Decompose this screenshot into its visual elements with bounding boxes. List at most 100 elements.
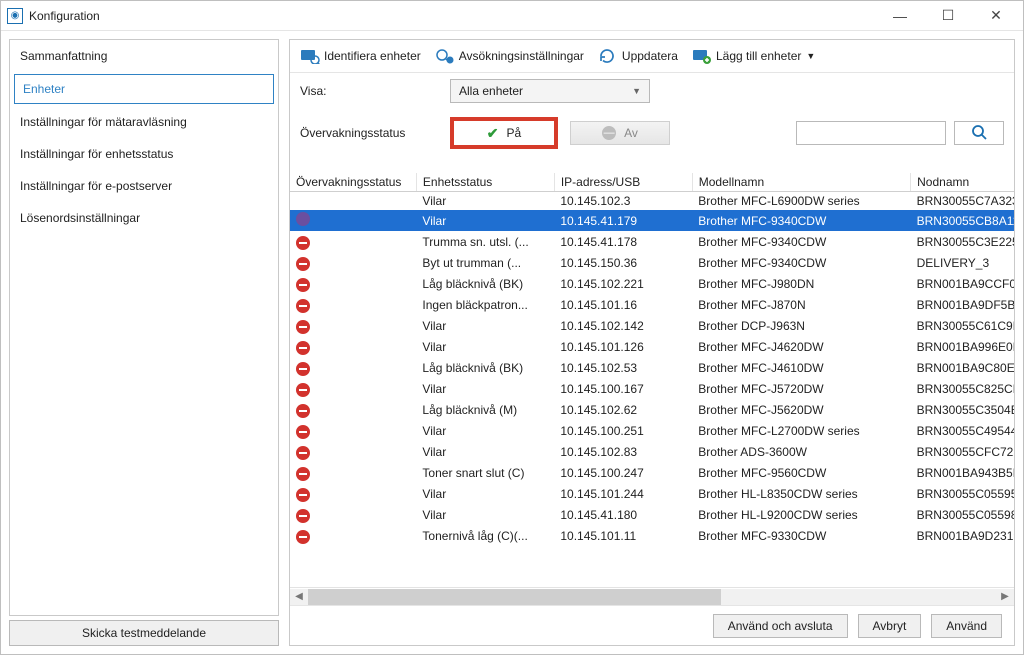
search-input[interactable] [796,121,946,145]
off-label: Av [624,126,638,140]
nav-item-meter[interactable]: Inställningar för mätaravläsning [10,106,278,138]
cell-node: BRN30055CB8A119 [911,210,1014,231]
table-row[interactable]: Toner snart slut (C)10.145.100.247Brothe… [290,462,1014,483]
minimize-button[interactable]: — [885,6,915,26]
table-row[interactable]: Tonernivå låg (C)(...10.145.101.11Brothe… [290,525,1014,546]
send-test-button[interactable]: Skicka testmeddelande [9,620,279,646]
cell-device_status: Trumma sn. utsl. (... [416,231,554,252]
table-row[interactable]: Låg bläcknivå (M)10.145.102.62Brother MF… [290,399,1014,420]
apply-label: Använd [946,619,987,633]
cell-ip: 10.145.102.83 [554,441,692,462]
scroll-track[interactable] [308,589,996,605]
cell-node: BRN30055C055950 [911,483,1014,504]
table-row[interactable]: Vilar10.145.101.244Brother HL-L8350CDW s… [290,483,1014,504]
scroll-left-arrow[interactable]: ◀ [290,589,308,605]
cell-monitoring-status [290,192,416,211]
nav-item-devices[interactable]: Enheter [14,74,274,104]
cell-device_status: Ingen bläckpatron... [416,294,554,315]
col-node[interactable]: Nodnamn [911,173,1014,192]
table-row[interactable]: Trumma sn. utsl. (...10.145.41.178Brothe… [290,231,1014,252]
apply-and-close-button[interactable]: Använd och avsluta [713,614,848,638]
cell-node: BRN001BA996E0E7 [911,336,1014,357]
monitoring-on-button[interactable]: ✔ På [454,121,554,145]
nav-item-summary[interactable]: Sammanfattning [10,40,278,72]
add-devices-icon [692,48,712,64]
status-block-icon [296,299,310,313]
table-row[interactable]: Vilar10.145.100.167Brother MFC-J5720DWBR… [290,378,1014,399]
table-row[interactable]: Vilar10.145.102.142Brother DCP-J963NBRN3… [290,315,1014,336]
cell-device_status: Vilar [416,504,554,525]
scan-settings-button[interactable]: Avsökningsinställningar [435,48,584,64]
refresh-label: Uppdatera [622,49,678,63]
cell-device_status: Låg bläcknivå (M) [416,399,554,420]
devices-grid[interactable]: Övervakningsstatus Enhetsstatus IP-adres… [290,173,1014,587]
cell-device_status: Vilar [416,210,554,231]
nav-item-label: Sammanfattning [20,49,107,63]
table-row[interactable]: Låg bläcknivå (BK)10.145.102.221Brother … [290,273,1014,294]
toolbar: Identifiera enheter Avsökningsinställnin… [290,40,1014,73]
cell-node: BRN001BA9CCF030 [911,273,1014,294]
cell-ip: 10.145.101.11 [554,525,692,546]
table-row[interactable]: Vilar10.145.102.3Brother MFC-L6900DW ser… [290,192,1014,211]
cell-model: Brother ADS-3600W [692,441,910,462]
cell-ip: 10.145.102.142 [554,315,692,336]
col-monitoring-status[interactable]: Övervakningsstatus [290,173,416,192]
show-combo[interactable]: Alla enheter ▼ [450,79,650,103]
status-block-icon [296,530,310,544]
cell-monitoring-status [290,273,416,294]
refresh-button[interactable]: Uppdatera [598,48,678,64]
add-devices-button[interactable]: Lägg till enheter ▼ [692,48,815,64]
cell-model: Brother DCP-J963N [692,315,910,336]
close-button[interactable]: ✕ [981,6,1011,26]
monitoring-off-button[interactable]: — Av [570,121,670,145]
nav-item-password[interactable]: Lösenordsinställningar [10,202,278,234]
dialog-footer: Använd och avsluta Avbryt Använd [290,605,1014,645]
cell-ip: 10.145.102.3 [554,192,692,211]
search-button[interactable] [954,121,1004,145]
chevron-down-icon: ▼ [632,86,641,96]
nav-item-label: Inställningar för e-postserver [20,179,172,193]
cell-monitoring-status [290,357,416,378]
maximize-button[interactable]: ☐ [933,6,963,26]
cell-device_status: Låg bläcknivå (BK) [416,273,554,294]
cell-model: Brother MFC-9340CDW [692,252,910,273]
status-block-icon [296,425,310,439]
configuration-window: ◉ Konfiguration — ☐ ✕ Sammanfattning Enh… [0,0,1024,655]
cancel-button[interactable]: Avbryt [858,614,922,638]
window-buttons: — ☐ ✕ [885,6,1017,26]
cell-ip: 10.145.101.126 [554,336,692,357]
cell-device_status: Vilar [416,336,554,357]
nav-item-label: Lösenordsinställningar [20,211,140,225]
search-icon [971,124,987,143]
col-ip[interactable]: IP-adress/USB [554,173,692,192]
identify-devices-button[interactable]: Identifiera enheter [300,48,421,64]
minus-icon: — [602,126,616,140]
cell-monitoring-status [290,399,416,420]
cell-monitoring-status [290,420,416,441]
cell-device_status: Toner snart slut (C) [416,462,554,483]
col-model[interactable]: Modellnamn [692,173,910,192]
cell-device_status: Vilar [416,378,554,399]
cell-ip: 10.145.101.244 [554,483,692,504]
col-device-status[interactable]: Enhetsstatus [416,173,554,192]
cell-node: BRN30055C3E2259 [911,231,1014,252]
status-block-icon [296,446,310,460]
table-row[interactable]: Vilar10.145.100.251Brother MFC-L2700DW s… [290,420,1014,441]
add-devices-label: Lägg till enheter [716,49,801,63]
table-row[interactable]: Vilar10.145.41.179Brother MFC-9340CDWBRN… [290,210,1014,231]
cell-model: Brother MFC-J980DN [692,273,910,294]
nav-item-email[interactable]: Inställningar för e-postserver [10,170,278,202]
scroll-thumb[interactable] [308,589,721,605]
send-test-label: Skicka testmeddelande [82,626,206,640]
table-row[interactable]: Ingen bläckpatron...10.145.101.16Brother… [290,294,1014,315]
table-row[interactable]: Vilar10.145.41.180Brother HL-L9200CDW se… [290,504,1014,525]
horizontal-scrollbar[interactable]: ◀ ▶ [290,587,1014,605]
table-row[interactable]: Vilar10.145.102.83Brother ADS-3600WBRN30… [290,441,1014,462]
nav-item-device-status[interactable]: Inställningar för enhetsstatus [10,138,278,170]
cell-monitoring-status [290,336,416,357]
table-row[interactable]: Byt ut trumman (...10.145.150.36Brother … [290,252,1014,273]
table-row[interactable]: Vilar10.145.101.126Brother MFC-J4620DWBR… [290,336,1014,357]
apply-button[interactable]: Använd [931,614,1002,638]
table-row[interactable]: Låg bläcknivå (BK)10.145.102.53Brother M… [290,357,1014,378]
scroll-right-arrow[interactable]: ▶ [996,589,1014,605]
